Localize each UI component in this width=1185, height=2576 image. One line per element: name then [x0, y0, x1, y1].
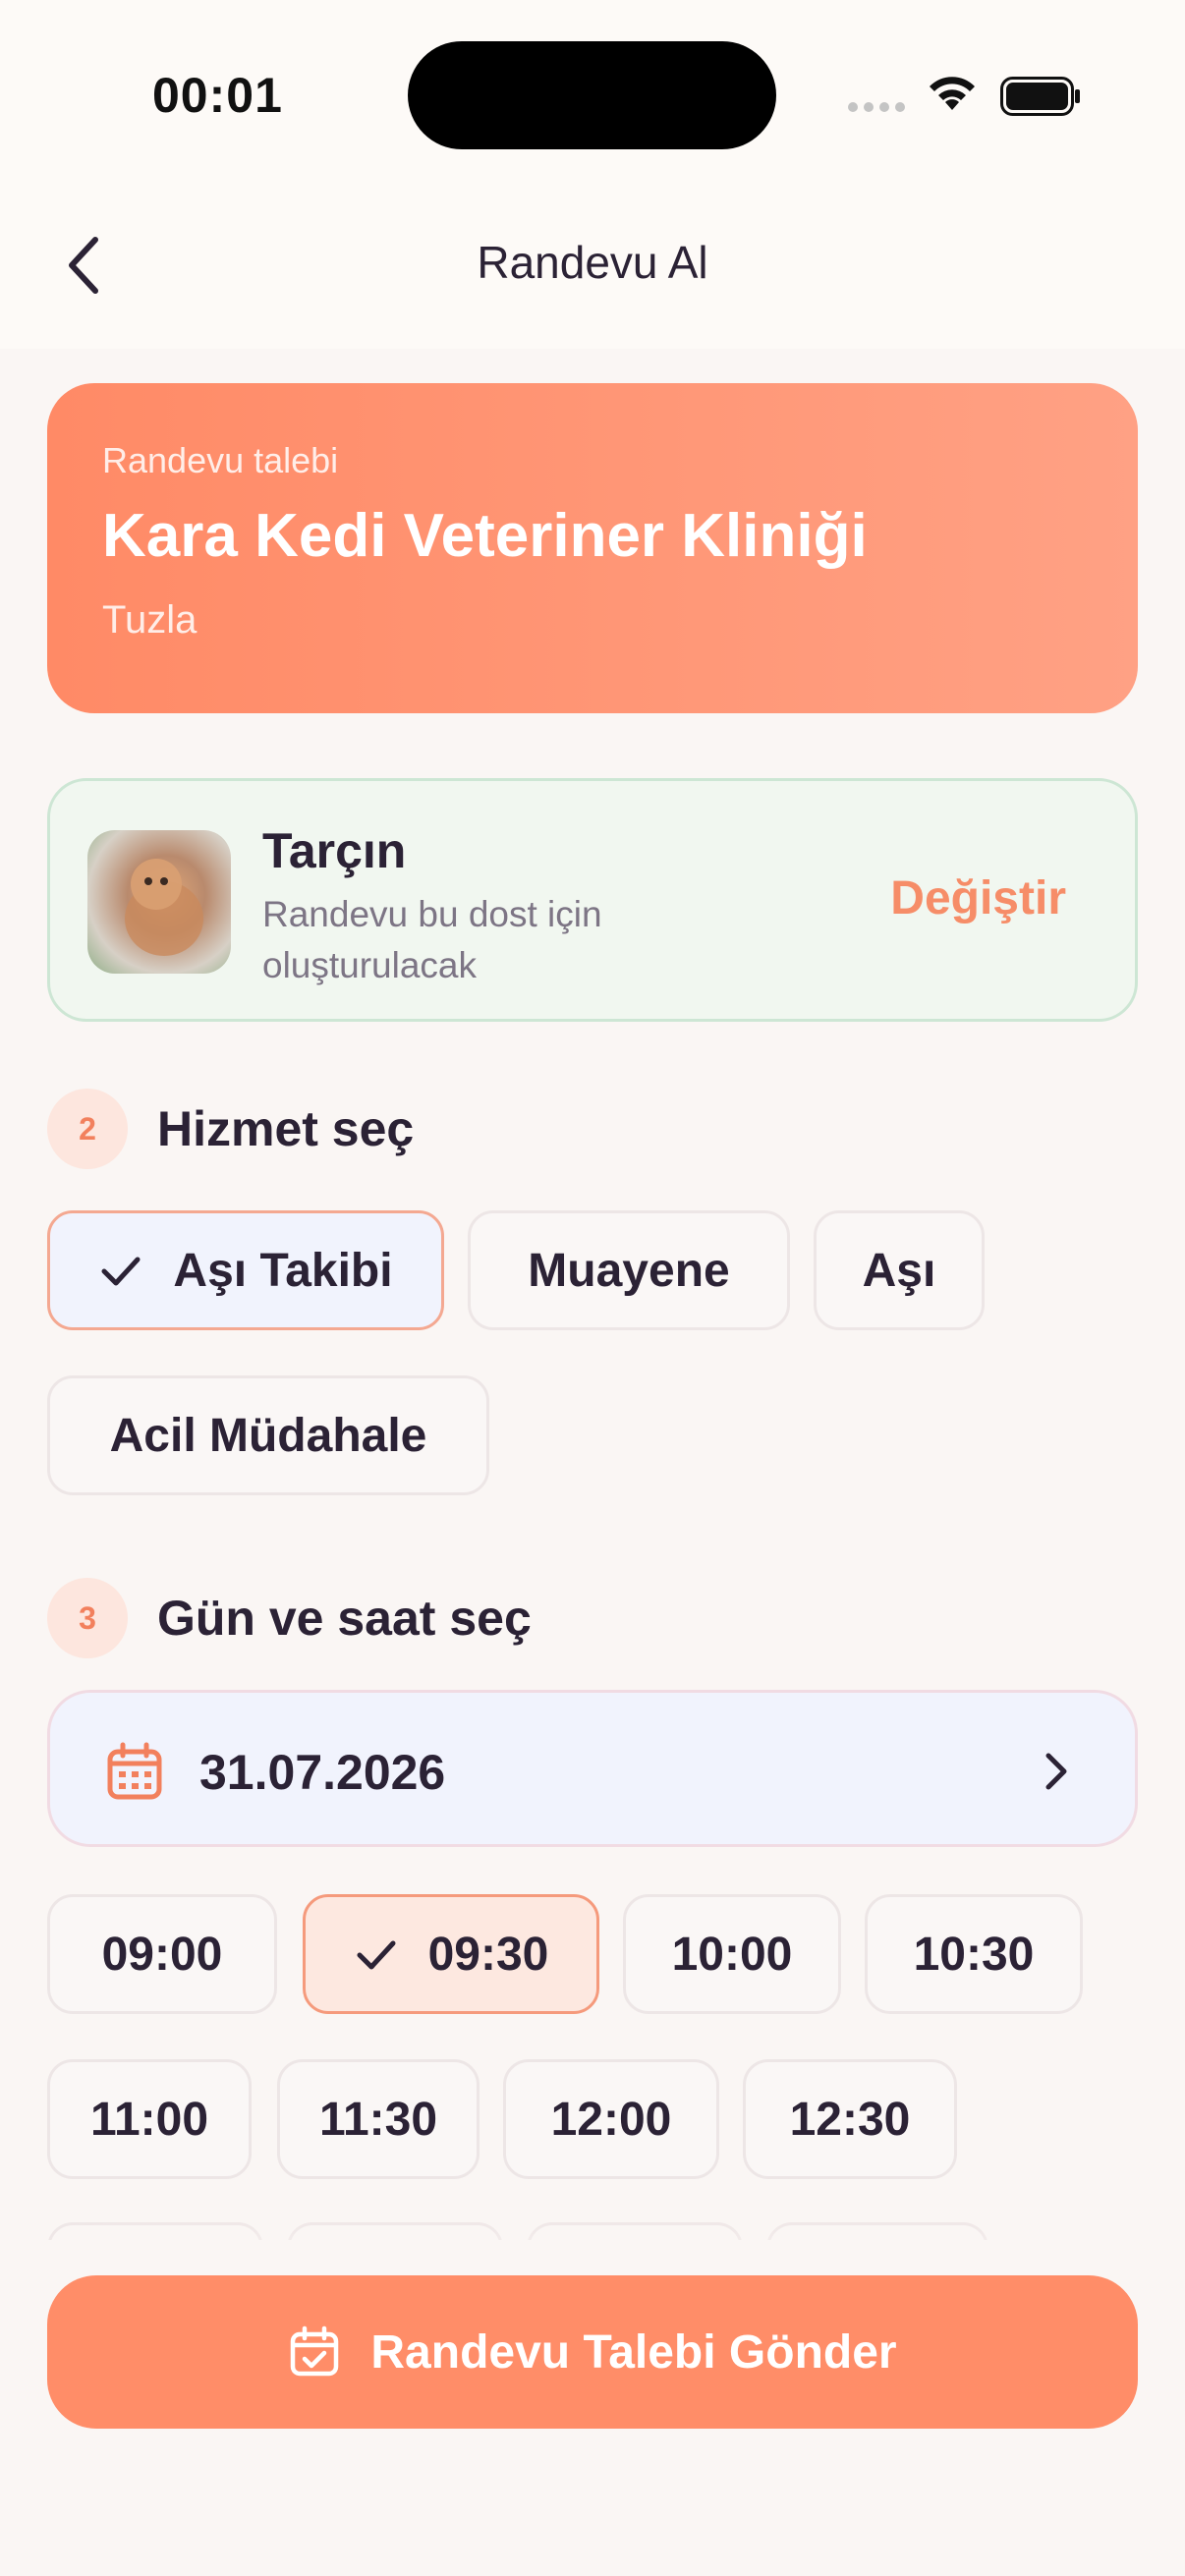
- change-pet-button[interactable]: Değiştir: [890, 871, 1066, 925]
- service-chip-acil-mudahale[interactable]: Acil Müdahale: [47, 1375, 489, 1495]
- time-chip[interactable]: 10:30: [865, 1894, 1083, 2014]
- time-label: 11:30: [318, 2093, 438, 2146]
- clinic-card: Randevu talebi Kara Kedi Veteriner Klini…: [47, 383, 1138, 713]
- pet-avatar: [87, 830, 231, 974]
- pet-card: Tarçın Randevu bu dost için oluşturulaca…: [47, 778, 1138, 1022]
- time-label: 10:00: [671, 1928, 793, 1981]
- clinic-district: Tuzla: [102, 598, 198, 642]
- step-badge: 3: [47, 1578, 128, 1658]
- time-chip[interactable]: 12:00: [503, 2059, 719, 2179]
- chip-label: Aşı Takibi: [173, 1244, 393, 1297]
- chip-label: Acil Müdahale: [109, 1409, 427, 1462]
- service-chip-asi-takibi[interactable]: Aşı Takibi: [47, 1210, 444, 1330]
- battery-icon: [1000, 77, 1080, 116]
- time-label: 10:30: [913, 1928, 1035, 1981]
- service-section-header: 2 Hizmet seç: [47, 1089, 414, 1169]
- time-chip[interactable]: 10:00: [623, 1894, 841, 2014]
- check-icon: [357, 1940, 396, 1970]
- dynamic-island: [408, 41, 776, 149]
- calendar-icon: [107, 1742, 162, 1800]
- pet-photo: [125, 859, 203, 956]
- datetime-section-header: 3 Gün ve saat seç: [47, 1578, 532, 1658]
- chip-label: Aşı: [862, 1244, 936, 1297]
- time-chip[interactable]: 11:30: [277, 2059, 480, 2179]
- time-label: 12:30: [789, 2093, 911, 2146]
- section-title: Gün ve saat seç: [157, 1591, 532, 1646]
- page-title: Randevu Al: [477, 237, 708, 288]
- status-time: 00:01: [152, 68, 283, 123]
- navigation-bar: Randevu Al: [0, 196, 1185, 349]
- service-chip-asi[interactable]: Aşı: [814, 1210, 985, 1330]
- selected-date: 31.07.2026: [199, 1745, 446, 1800]
- time-chip-selected[interactable]: 09:30: [303, 1894, 599, 2014]
- time-label: 09:30: [427, 1928, 549, 1981]
- time-label: 12:00: [550, 2093, 672, 2146]
- service-chip-muayene[interactable]: Muayene: [468, 1210, 790, 1330]
- time-chip[interactable]: 09:00: [47, 1894, 277, 2014]
- clinic-name: Kara Kedi Veteriner Kliniği: [102, 502, 868, 570]
- wifi-icon: [930, 77, 975, 110]
- section-title: Hizmet seç: [157, 1101, 415, 1156]
- submit-label: Randevu Talebi Gönder: [370, 2325, 897, 2379]
- calendar-check-icon: [291, 2325, 339, 2377]
- time-label: 09:00: [101, 1928, 223, 1981]
- pet-name: Tarçın: [262, 823, 407, 878]
- cellular-signal-icon: [848, 102, 905, 112]
- time-chip[interactable]: 12:30: [743, 2059, 957, 2179]
- appointment-screen: 00:01 Randevu Al Randevu talebi Kara Ked…: [0, 0, 1185, 2576]
- step-badge: 2: [47, 1089, 128, 1169]
- time-chip[interactable]: 11:00: [47, 2059, 252, 2179]
- date-picker[interactable]: 31.07.2026: [47, 1690, 1138, 1847]
- chip-label: Muayene: [528, 1244, 730, 1297]
- pet-subtitle: Randevu bu dost için oluşturulacak: [262, 894, 602, 985]
- time-label: 11:00: [89, 2093, 209, 2146]
- clinic-eyebrow: Randevu talebi: [102, 440, 339, 480]
- chevron-right-icon: [1045, 1753, 1067, 1790]
- check-icon: [101, 1257, 141, 1286]
- submit-appointment-button[interactable]: Randevu Talebi Gönder: [47, 2275, 1138, 2429]
- status-bar: 00:01: [0, 0, 1185, 196]
